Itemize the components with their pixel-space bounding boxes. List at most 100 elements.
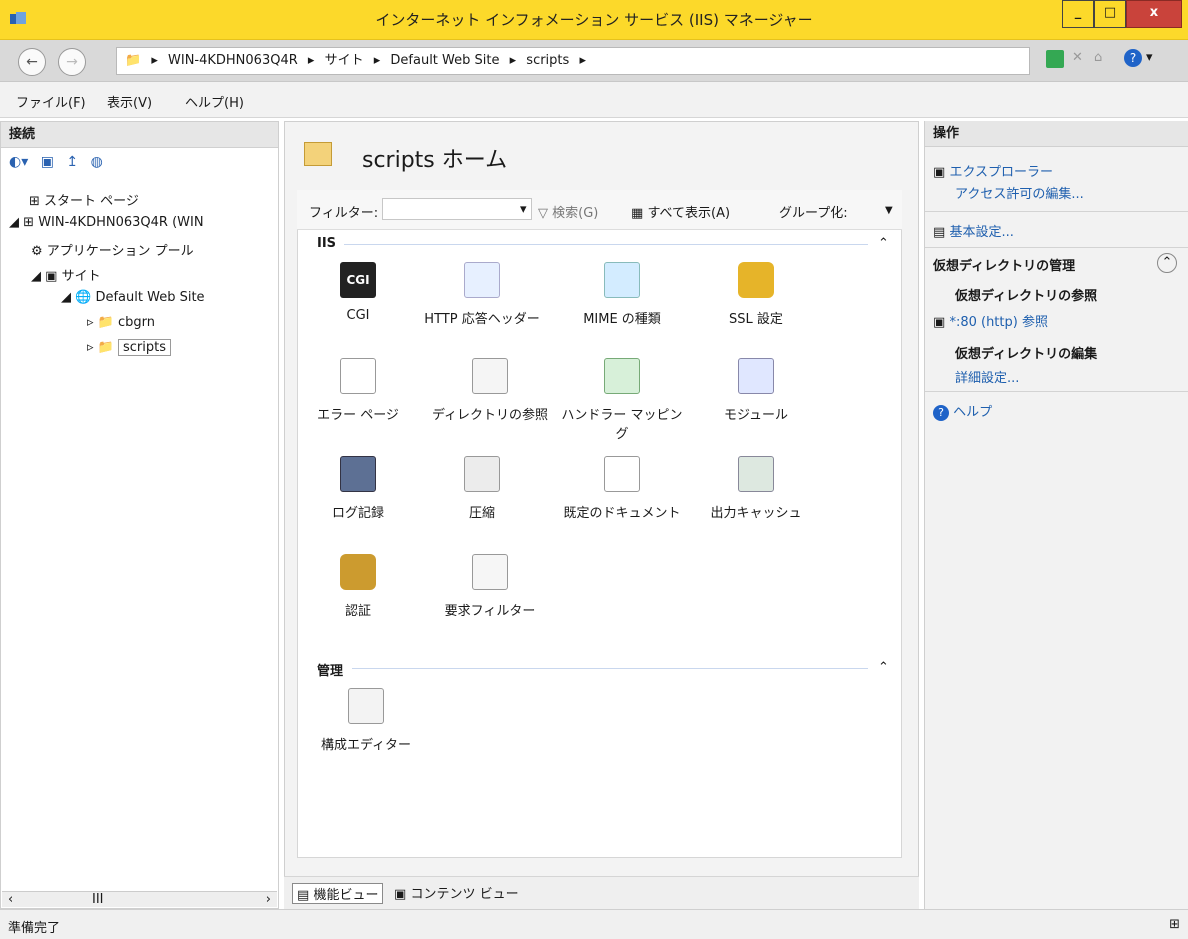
collapse-icon[interactable]: ◢ <box>9 215 19 230</box>
iis-manager-window: インターネット インフォメーション サービス (IIS) マネージャー _ □ … <box>0 0 1188 939</box>
section-line <box>352 668 868 669</box>
up-icon[interactable]: ↥ <box>66 154 78 170</box>
action-edit-permissions[interactable]: アクセス許可の編集... <box>955 183 1084 202</box>
filter-input[interactable] <box>382 198 532 220</box>
feature-request-filtering[interactable]: 要求フィルター <box>428 554 552 619</box>
feature-modules[interactable]: モジュール <box>694 358 818 423</box>
breadcrumb-scripts[interactable]: scripts <box>526 53 569 68</box>
divider <box>925 211 1188 212</box>
address-bar[interactable]: 📁 ▸ WIN-4KDHN063Q4R ▸ サイト ▸ Default Web … <box>116 47 1030 75</box>
expand-icon[interactable]: ▹ <box>87 340 94 355</box>
save-icon[interactable]: ▣ <box>41 154 54 170</box>
scroll-down-icon[interactable]: ▼ <box>885 205 893 216</box>
stop-icon[interactable]: ✕ <box>1072 50 1083 65</box>
tab-feature-view[interactable]: ▤ 機能ビュー <box>292 883 384 904</box>
collapse-section-icon[interactable]: ⌃ <box>878 236 889 251</box>
chevron-down-icon[interactable]: ▾ <box>520 202 527 217</box>
config-editor-icon <box>348 688 384 724</box>
collapse-section-icon[interactable]: ⌃ <box>878 660 889 675</box>
action-basic-settings[interactable]: ▤ 基本設定... <box>933 221 1014 240</box>
feature-label: CGI <box>346 308 370 323</box>
scroll-left-icon[interactable]: ‹ <box>8 892 13 907</box>
feature-label: 要求フィルター <box>444 604 536 619</box>
tree-item-sites[interactable]: ◢ ▣ サイト <box>31 265 101 284</box>
status-bar: 準備完了 ⊞ <box>0 909 1188 939</box>
tree-item-cbgrn[interactable]: ▹ 📁 cbgrn <box>87 315 155 330</box>
status-text: 準備完了 <box>8 921 61 936</box>
scroll-thumb[interactable]: III <box>92 892 104 907</box>
action-label: ヘルプ <box>953 405 993 420</box>
feature-authentication[interactable]: 認証 <box>296 554 420 619</box>
feature-label: 既定のドキュメント <box>563 506 681 521</box>
feature-compression[interactable]: 圧縮 <box>420 456 544 521</box>
show-all-button[interactable]: ▦ すべて表示(A) <box>631 202 730 221</box>
feature-view-icon: ▤ <box>297 888 310 903</box>
expand-icon[interactable]: ▹ <box>87 315 94 330</box>
scroll-right-icon[interactable]: › <box>266 892 271 907</box>
home-icon[interactable]: ⌂ <box>1094 50 1102 65</box>
tree-item-server[interactable]: ◢ ⊞ WIN-4KDHN063Q4R (WIN <box>9 215 204 230</box>
tab-label: 機能ビュー <box>313 888 379 903</box>
back-button[interactable]: ← <box>18 48 46 76</box>
breadcrumb-separator: ▸ <box>373 53 381 68</box>
action-browse-80[interactable]: ▣ *:80 (http) 参照 <box>933 311 1048 330</box>
tab-content-view[interactable]: ▣ コンテンツ ビュー <box>394 883 519 902</box>
view-tabs: ▤ 機能ビュー ▣ コンテンツ ビュー <box>284 876 919 909</box>
actions-header: 操作 <box>925 121 1188 147</box>
minimize-button[interactable]: _ <box>1062 0 1094 28</box>
menu-file[interactable]: ファイル(F) <box>16 92 86 111</box>
connect-icon[interactable]: ◐▾ <box>9 154 28 170</box>
feature-cgi[interactable]: CGI CGI <box>296 262 420 323</box>
feature-config-editor[interactable]: 構成エディター <box>304 688 428 753</box>
tree-label: scripts <box>118 339 171 356</box>
feature-logging[interactable]: ログ記録 <box>296 456 420 521</box>
tree-label: Default Web Site <box>95 290 205 305</box>
feature-output-cache[interactable]: 出力キャッシュ <box>694 456 818 521</box>
search-label: 検索(G) <box>552 206 599 221</box>
refresh-icon[interactable] <box>1046 50 1064 68</box>
breadcrumb-server[interactable]: WIN-4KDHN063Q4R <box>168 53 298 68</box>
feature-default-document[interactable]: 既定のドキュメント <box>560 456 684 521</box>
tree-label: アプリケーション プール <box>46 244 194 259</box>
search-button[interactable]: ▽ 検索(G) <box>538 202 598 221</box>
content-view-icon: ▣ <box>394 887 407 902</box>
feature-mime[interactable]: MIME の種類 <box>560 262 684 327</box>
breadcrumb-site[interactable]: Default Web Site <box>390 53 499 68</box>
feature-dir-browsing[interactable]: ディレクトリの参照 <box>428 358 552 423</box>
action-explore[interactable]: ▣ エクスプローラー <box>933 161 1053 180</box>
folder-icon: 📁 <box>125 53 142 68</box>
tree-item-start-page[interactable]: ⊞ スタート ページ <box>29 190 139 209</box>
action-label: 基本設定... <box>949 225 1014 240</box>
section-iis: IIS <box>317 236 337 251</box>
feature-ssl[interactable]: SSL 設定 <box>694 262 818 327</box>
feature-http-headers[interactable]: HTTP 応答ヘッダー <box>420 262 544 327</box>
close-button[interactable]: x <box>1126 0 1182 28</box>
group-by-label[interactable]: グループ化: <box>779 202 848 221</box>
horizontal-scrollbar[interactable]: ‹ III › <box>2 891 277 907</box>
sites-folder-icon: ▣ <box>45 269 58 284</box>
divider <box>925 247 1188 248</box>
breadcrumb-sites[interactable]: サイト <box>325 53 364 68</box>
help-icon[interactable]: ? <box>1124 49 1142 67</box>
forward-button[interactable]: → <box>58 48 86 76</box>
collapse-icon[interactable]: ◢ <box>31 269 41 284</box>
feature-label: MIME の種類 <box>583 312 661 327</box>
connections-pane: 接続 ◐▾ ▣ ↥ ◍ ⊞ スタート ページ ◢ ⊞ WIN-4KDHN063Q… <box>0 121 279 909</box>
menu-view[interactable]: 表示(V) <box>107 92 152 111</box>
action-help[interactable]: ? ヘルプ <box>933 401 992 421</box>
tree-item-scripts[interactable]: ▹ 📁 scripts <box>87 339 171 356</box>
collapse-icon[interactable]: ◢ <box>61 290 71 305</box>
maximize-button[interactable]: □ <box>1094 0 1126 28</box>
feature-error-pages[interactable]: エラー ページ <box>296 358 420 423</box>
menu-help[interactable]: ヘルプ(H) <box>185 92 244 111</box>
tree-item-app-pools[interactable]: ⚙ アプリケーション プール <box>31 240 194 259</box>
action-advanced-settings[interactable]: 詳細設定... <box>955 367 1019 386</box>
tree-item-default-site[interactable]: ◢ 🌐 Default Web Site <box>61 290 205 305</box>
collapse-icon[interactable]: ⌃ <box>1157 253 1177 273</box>
feature-label: ディレクトリの参照 <box>431 408 549 423</box>
breadcrumb-separator: ▸ <box>151 53 158 68</box>
chevron-down-icon[interactable]: ▾ <box>1146 50 1153 65</box>
network-icon[interactable]: ◍ <box>91 154 103 170</box>
breadcrumb-separator: ▸ <box>579 53 586 68</box>
feature-handler-mappings[interactable]: ハンドラー マッピング <box>560 358 684 442</box>
